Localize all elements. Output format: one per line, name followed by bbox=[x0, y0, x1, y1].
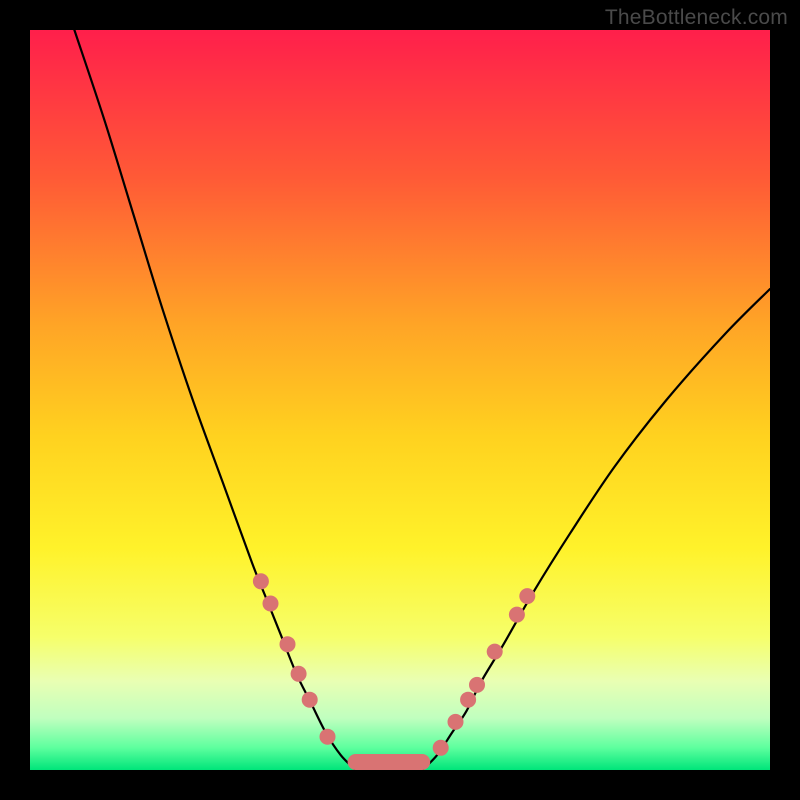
data-marker bbox=[509, 607, 525, 623]
data-marker bbox=[460, 692, 476, 708]
data-marker bbox=[487, 644, 503, 660]
data-marker bbox=[433, 740, 449, 756]
curves-layer bbox=[30, 30, 770, 770]
right-markers bbox=[433, 588, 536, 756]
data-marker bbox=[263, 596, 279, 612]
watermark-label: TheBottleneck.com bbox=[605, 6, 788, 30]
left-curve bbox=[74, 30, 355, 770]
data-marker bbox=[302, 692, 318, 708]
data-marker bbox=[253, 573, 269, 589]
data-marker bbox=[291, 666, 307, 682]
data-marker bbox=[280, 636, 296, 652]
data-marker bbox=[320, 729, 336, 745]
chart-frame: TheBottleneck.com bbox=[0, 0, 800, 800]
data-marker bbox=[448, 714, 464, 730]
left-markers bbox=[253, 573, 336, 744]
data-marker bbox=[469, 677, 485, 693]
plot-area bbox=[30, 30, 770, 770]
data-marker bbox=[519, 588, 535, 604]
